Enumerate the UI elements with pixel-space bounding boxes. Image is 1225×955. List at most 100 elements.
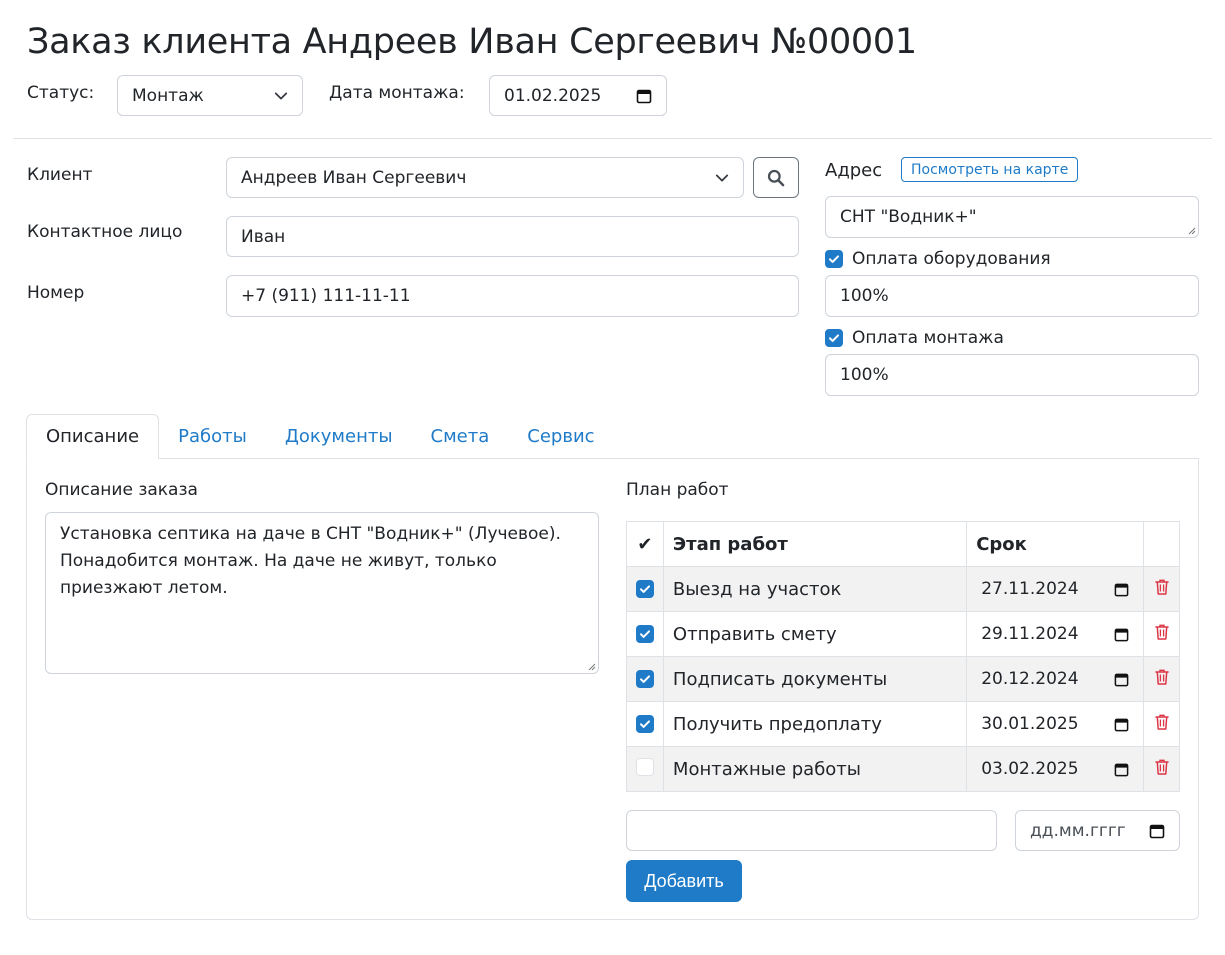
calendar-icon[interactable]: [1114, 582, 1129, 597]
new-stage-date-input[interactable]: дд.мм.гггг: [1015, 810, 1180, 851]
plan-label: План работ: [626, 480, 729, 500]
trash-icon[interactable]: [1154, 668, 1170, 686]
plan-row-delete-button[interactable]: [1143, 701, 1180, 747]
plan-row-stage[interactable]: Монтажные работы: [662, 746, 968, 792]
install-payment-checkbox-row[interactable]: Оплата монтажа: [825, 328, 1004, 348]
install-payment-input[interactable]: 100%: [825, 354, 1199, 396]
tab-estimate[interactable]: Смета: [412, 414, 509, 459]
date-column-header: Срок: [966, 521, 1145, 567]
install-payment-checkbox[interactable]: [825, 329, 843, 347]
equipment-payment-value: 100%: [840, 286, 889, 306]
tab-description[interactable]: Описание: [26, 414, 160, 459]
client-select[interactable]: Андреев Иван Сергеевич: [226, 157, 744, 198]
equipment-payment-checkbox[interactable]: [825, 250, 843, 268]
plan-row-date-cell[interactable]: 20.12.2024: [966, 656, 1145, 702]
address-label: Адрес: [825, 160, 883, 181]
phone-input-value: +7 (911) 111-11-11: [241, 286, 411, 306]
plan-row-date: 20.12.2024: [981, 669, 1079, 689]
plan-row-done-checkbox[interactable]: [635, 579, 654, 598]
plan-row-done-cell: [626, 701, 664, 747]
plan-row-done-cell: [626, 566, 664, 612]
resize-handle-icon[interactable]: [586, 661, 596, 671]
equipment-payment-input[interactable]: 100%: [825, 275, 1199, 317]
plan-row-done-checkbox[interactable]: [635, 757, 654, 776]
description-label: Описание заказа: [45, 480, 198, 500]
install-payment-label: Оплата монтажа: [852, 328, 1004, 348]
plan-row: Монтажные работы 03.02.2025: [626, 746, 1180, 792]
plan-row-date: 27.11.2024: [981, 579, 1079, 599]
plan-row-date-cell[interactable]: 27.11.2024: [966, 566, 1145, 612]
chevron-down-icon: [715, 174, 729, 181]
phone-input[interactable]: +7 (911) 111-11-11: [226, 275, 799, 317]
add-stage-button[interactable]: Добавить: [626, 860, 742, 902]
plan-row-date: 30.01.2025: [981, 714, 1079, 734]
equipment-payment-label: Оплата оборудования: [852, 249, 1051, 269]
plan-row-date-cell[interactable]: 30.01.2025: [966, 701, 1145, 747]
calendar-icon[interactable]: [1114, 627, 1129, 642]
address-textarea[interactable]: СНТ "Водник+": [825, 196, 1199, 238]
tab-service[interactable]: Сервис: [508, 414, 613, 459]
plan-row-done-cell: [626, 746, 664, 792]
calendar-icon[interactable]: [1114, 717, 1129, 732]
new-stage-input[interactable]: [626, 810, 997, 851]
plan-row-delete-button[interactable]: [1143, 566, 1180, 612]
plan-row-done-cell: [626, 656, 664, 702]
plan-row-date: 29.11.2024: [981, 624, 1079, 644]
plan-row-done-cell: [626, 611, 664, 657]
new-stage-date-placeholder: дд.мм.гггг: [1030, 820, 1126, 841]
actions-column-header: [1143, 521, 1180, 567]
plan-row-stage[interactable]: Получить предоплату: [662, 701, 968, 747]
calendar-icon[interactable]: [1114, 762, 1129, 777]
calendar-icon[interactable]: [1149, 823, 1165, 839]
search-icon: [767, 169, 785, 186]
equipment-payment-checkbox-row[interactable]: Оплата оборудования: [825, 249, 1051, 269]
plan-row-done-checkbox[interactable]: [635, 624, 654, 643]
plan-row-stage[interactable]: Подписать документы: [662, 656, 968, 702]
plan-row-delete-button[interactable]: [1143, 656, 1180, 702]
check-icon: [829, 255, 839, 263]
address-value: СНТ "Водник+": [840, 207, 977, 227]
status-label: Статус:: [27, 83, 95, 103]
install-date-input[interactable]: 01.02.2025: [489, 75, 667, 116]
tab-documents[interactable]: Документы: [266, 414, 412, 459]
description-textarea[interactable]: Установка септика на даче в СНТ "Водник+…: [45, 512, 599, 674]
install-date-value: 01.02.2025: [504, 85, 602, 106]
plan-row: Подписать документы 20.12.2024: [626, 656, 1180, 702]
calendar-icon[interactable]: [636, 88, 652, 104]
install-payment-value: 100%: [840, 365, 889, 385]
page-title: Заказ клиента Андреев Иван Сергеевич №00…: [27, 22, 917, 62]
tab-works[interactable]: Работы: [159, 414, 266, 459]
check-icon: [639, 674, 650, 683]
stage-column-header: Этап работ: [662, 521, 968, 567]
plan-row-delete-button[interactable]: [1143, 611, 1180, 657]
view-map-button[interactable]: Посмотреть на карте: [901, 157, 1079, 182]
contact-input-value: Иван: [241, 226, 286, 247]
phone-label: Номер: [27, 283, 85, 303]
plan-row-stage[interactable]: Выезд на участок: [662, 566, 968, 612]
plan-row-delete-button[interactable]: [1143, 746, 1180, 792]
plan-row-done-checkbox[interactable]: [635, 714, 654, 733]
plan-row-stage[interactable]: Отправить смету: [662, 611, 968, 657]
plan-row-done-checkbox[interactable]: [635, 669, 654, 688]
header-divider: [13, 138, 1212, 139]
trash-icon[interactable]: [1154, 578, 1170, 596]
install-date-label: Дата монтажа:: [329, 83, 465, 103]
contact-input[interactable]: Иван: [226, 216, 799, 257]
done-column-header: ✔: [626, 521, 664, 567]
calendar-icon[interactable]: [1114, 672, 1129, 687]
trash-icon[interactable]: [1154, 623, 1170, 641]
client-select-value: Андреев Иван Сергеевич: [241, 167, 467, 188]
trash-icon[interactable]: [1154, 758, 1170, 776]
check-icon: [639, 629, 650, 638]
client-label: Клиент: [27, 165, 93, 185]
resize-handle-icon[interactable]: [1186, 225, 1196, 235]
plan-row: Получить предоплату 30.01.2025: [626, 701, 1180, 747]
client-search-button[interactable]: [753, 157, 799, 198]
check-icon: [639, 719, 650, 728]
contact-label: Контактное лицо: [27, 222, 183, 242]
trash-icon[interactable]: [1154, 713, 1170, 731]
plan-row-date-cell[interactable]: 29.11.2024: [966, 611, 1145, 657]
plan-row-date-cell[interactable]: 03.02.2025: [966, 746, 1145, 792]
plan-table: ✔ Этап работ Срок Выезд на участок 27.11.…: [626, 521, 1180, 792]
status-select[interactable]: Монтаж: [117, 75, 303, 116]
